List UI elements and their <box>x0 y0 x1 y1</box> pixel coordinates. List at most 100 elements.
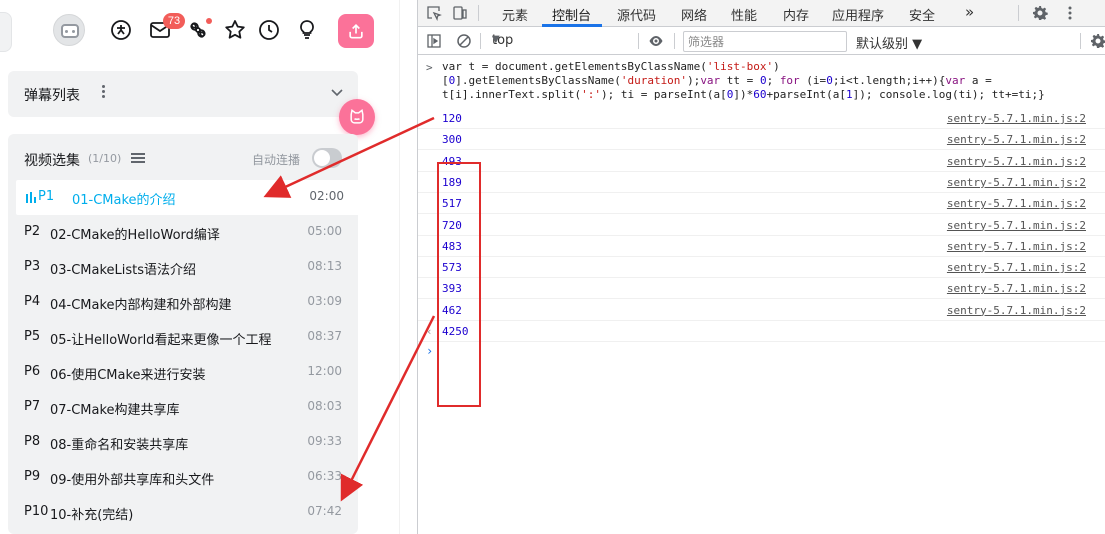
episode-duration: 02:00 <box>309 189 344 203</box>
log-source-link[interactable]: sentry-5.7.1.min.js:2 <box>947 133 1086 146</box>
inspect-element-icon[interactable] <box>426 5 442 21</box>
episode-number: P5 <box>24 329 41 344</box>
sidebar-toggle-icon[interactable] <box>426 33 442 49</box>
creative-center-icon[interactable] <box>295 18 319 42</box>
console-log-row: 120 sentry-5.7.1.min.js:2 <box>418 108 1105 129</box>
log-source-link[interactable]: sentry-5.7.1.min.js:2 <box>947 176 1086 189</box>
devtools-tab[interactable]: 内存 <box>783 5 809 24</box>
log-source-link[interactable]: sentry-5.7.1.min.js:2 <box>947 197 1086 210</box>
episode-item[interactable]: P10 10-补充(完结) 07:42 <box>8 495 358 530</box>
episode-item[interactable]: P1 01-CMake的介绍 02:00 <box>16 180 358 215</box>
console-command[interactable]: var t = document.getElementsByClassName(… <box>442 60 1098 102</box>
active-tab-indicator <box>542 24 602 27</box>
upload-icon <box>349 23 363 39</box>
live-expression-eye-icon[interactable] <box>648 33 664 49</box>
episode-item[interactable]: P5 05-让HelloWorld看起来更像一个工程 08:37 <box>8 320 358 355</box>
episode-item[interactable]: P9 09-使用外部共享库和头文件 06:33 <box>8 460 358 495</box>
now-playing-icon <box>26 192 36 203</box>
log-source-link[interactable]: sentry-5.7.1.min.js:2 <box>947 112 1086 125</box>
console-log-row: 189 sentry-5.7.1.min.js:2 <box>418 172 1105 193</box>
danmu-title: 弹幕列表 <box>24 88 80 104</box>
kebab-menu-icon[interactable] <box>1062 5 1078 21</box>
console-prompt-icon[interactable]: › <box>426 344 433 358</box>
devtools-tab[interactable]: 性能 <box>731 5 757 24</box>
devtools-tab[interactable]: 控制台 <box>552 5 591 24</box>
log-source-link[interactable]: sentry-5.7.1.min.js:2 <box>947 304 1086 317</box>
episode-duration: 08:37 <box>307 329 342 343</box>
filter-input[interactable] <box>683 31 847 52</box>
autoplay-toggle[interactable] <box>312 148 342 168</box>
dynamic-notify-dot <box>206 18 212 24</box>
episode-item[interactable]: P3 03-CMakeLists语法介绍 08:13 <box>8 250 358 285</box>
playlist-title: 视频选集 <box>24 153 80 169</box>
caret-down-icon: ▼ <box>492 34 500 45</box>
episode-item[interactable]: P2 02-CMake的HelloWord编译 05:00 <box>8 215 358 250</box>
episode-number: P10 <box>24 504 49 519</box>
console-log-row: 720 sentry-5.7.1.min.js:2 <box>418 215 1105 236</box>
clear-console-icon[interactable] <box>456 33 472 49</box>
episode-name: 05-让HelloWorld看起来更像一个工程 <box>50 333 272 348</box>
episode-item[interactable]: P4 04-CMake内部构建和外部构建 03:09 <box>8 285 358 320</box>
devtools-tab[interactable]: 元素 <box>502 5 528 24</box>
page-scrollbar[interactable] <box>399 0 400 534</box>
log-level-select[interactable]: 默认级别 ▼ <box>856 33 922 52</box>
context-selector[interactable]: top ▼ <box>486 31 634 51</box>
result-arrow-icon: ‹ <box>426 325 433 338</box>
log-source-link[interactable]: sentry-5.7.1.min.js:2 <box>947 240 1086 253</box>
more-tabs-button[interactable]: » <box>965 3 974 21</box>
playlist-count: (1/10) <box>88 152 122 165</box>
cat-helper-button[interactable] <box>339 99 375 135</box>
episode-name: 02-CMake的HelloWord编译 <box>50 228 220 243</box>
devtools-tab[interactable]: 网络 <box>681 5 707 24</box>
upload-button[interactable] <box>338 14 374 48</box>
settings-gear-icon[interactable] <box>1032 5 1048 21</box>
tv-logo-icon <box>61 24 79 38</box>
autoplay-label: 自动连播 <box>252 153 301 167</box>
log-value: 120 <box>442 112 462 125</box>
log-source-link[interactable]: sentry-5.7.1.min.js:2 <box>947 282 1086 295</box>
list-view-icon[interactable] <box>131 153 145 164</box>
devtools-panel: 元素 控制台 源代码 网络 性能 内存 应用程序 安全 » top ▼ 筛选器 … <box>417 0 1105 534</box>
episode-number: P8 <box>24 434 41 449</box>
devtools-tab[interactable]: 安全 <box>909 5 935 24</box>
episode-number: P1 <box>38 189 55 204</box>
episode-duration: 12:00 <box>307 364 342 378</box>
episode-name: 04-CMake内部构建和外部构建 <box>50 298 232 313</box>
device-toolbar-icon[interactable] <box>452 5 468 21</box>
console-log-row: 517 sentry-5.7.1.min.js:2 <box>418 193 1105 215</box>
console-log-row: 393 sentry-5.7.1.min.js:2 <box>418 278 1105 300</box>
console-settings-gear-icon[interactable] <box>1090 33 1105 49</box>
episode-item[interactable]: P8 08-重命名和安装共享库 09:33 <box>8 425 358 460</box>
episode-name: 09-使用外部共享库和头文件 <box>50 473 215 488</box>
log-source-link[interactable]: sentry-5.7.1.min.js:2 <box>947 155 1086 168</box>
history-icon[interactable] <box>257 18 281 42</box>
episode-number: P6 <box>24 364 41 379</box>
log-value: 300 <box>442 133 462 147</box>
episode-duration: 08:13 <box>307 259 342 273</box>
console-toolbar: top ▼ 默认级别 ▼ <box>418 28 1105 55</box>
console-log-row: 493 sentry-5.7.1.min.js:2 <box>418 151 1105 172</box>
input-chevron-icon: > <box>426 61 433 74</box>
avatar[interactable] <box>53 14 85 46</box>
devtools-tab-bar: 元素 控制台 源代码 网络 性能 内存 应用程序 安全 » <box>418 0 1105 27</box>
console-result-row: ‹ 4250 <box>418 321 1105 342</box>
log-source-link[interactable]: sentry-5.7.1.min.js:2 <box>947 219 1086 232</box>
devtools-tab[interactable]: 应用程序 <box>832 5 884 24</box>
devtools-tab[interactable]: 源代码 <box>617 5 656 24</box>
chevron-down-icon[interactable] <box>330 85 344 99</box>
log-source-link[interactable]: sentry-5.7.1.min.js:2 <box>947 261 1086 274</box>
episode-item[interactable]: P7 07-CMake构建共享库 08:03 <box>8 390 358 425</box>
message-count-badge: 73 <box>163 13 185 29</box>
favorite-icon[interactable] <box>223 18 247 42</box>
big-member-icon[interactable] <box>109 18 133 42</box>
episode-item[interactable]: P6 06-使用CMake来进行安装 12:00 <box>8 355 358 390</box>
episode-duration: 08:03 <box>307 399 342 413</box>
episode-duration: 06:33 <box>307 469 342 483</box>
console-output[interactable]: > var t = document.getElementsByClassNam… <box>418 56 1105 534</box>
episode-number: P3 <box>24 259 41 274</box>
search-bar-edge[interactable] <box>0 12 12 52</box>
annotation-highlight-box <box>437 162 481 407</box>
danmu-panel[interactable]: 弹幕列表 <box>8 71 358 117</box>
console-log-row: 462 sentry-5.7.1.min.js:2 <box>418 300 1105 321</box>
more-options-icon[interactable] <box>102 85 106 101</box>
